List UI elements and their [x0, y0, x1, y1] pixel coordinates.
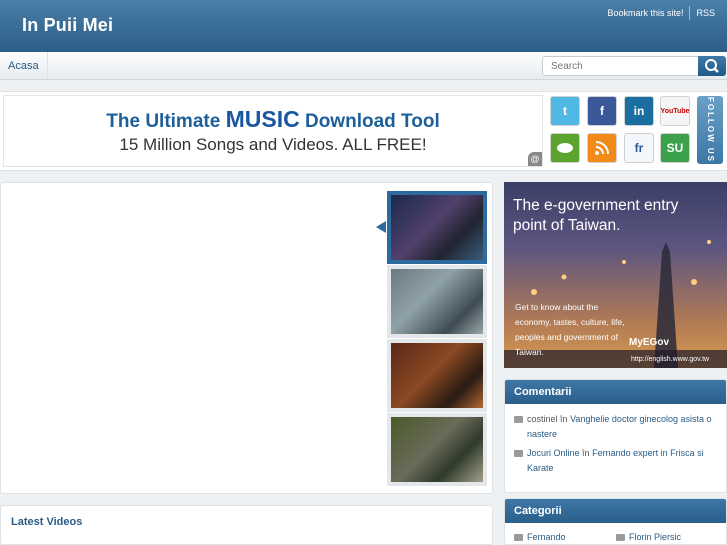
egov-ad-body: Get to know about the economy, tastes, c…	[515, 302, 625, 357]
youtube-icon[interactable]: YouTube	[660, 96, 690, 126]
folder-icon	[514, 534, 523, 541]
folder-icon	[616, 534, 625, 541]
follow-us-tab[interactable]: FOLLOW US	[697, 96, 723, 164]
friendfeed-icon[interactable]: fr	[624, 133, 654, 163]
latest-videos-section: Latest Videos	[0, 505, 493, 545]
comment-item: Jocuri Online în Fernando expert in Fris…	[505, 446, 726, 476]
search-icon	[705, 59, 719, 73]
slider-thumb[interactable]	[387, 265, 487, 338]
comments-widget-title: Comentarii	[505, 380, 726, 404]
twitter-icon[interactable]: t	[550, 96, 580, 126]
bookmark-link[interactable]: Bookmark this site!	[601, 8, 689, 18]
folder-icon	[514, 450, 523, 457]
categories-widget: Categorii Fernando Florin Piersic	[504, 498, 727, 545]
folder-icon	[514, 416, 523, 423]
site-title[interactable]: In Puii Mei	[22, 15, 113, 36]
site-header: In Puii Mei Bookmark this site! RSS	[0, 0, 727, 52]
stumbleupon-icon[interactable]: SU	[660, 133, 690, 163]
slider-thumb[interactable]	[387, 413, 487, 486]
rss-feed-icon[interactable]	[587, 133, 617, 163]
egov-ad-headline: The e-government entry point of Taiwan.	[513, 197, 679, 234]
myegov-logo: MyEGov	[629, 337, 670, 348]
comment-author-link[interactable]: Jocuri Online	[527, 448, 580, 458]
ad-subline: 15 Million Songs and Videos. ALL FREE!	[119, 135, 427, 154]
latest-videos-title: Latest Videos	[11, 516, 83, 528]
category-item[interactable]: Florin Piersic	[616, 532, 681, 542]
slider-thumb[interactable]	[387, 191, 487, 264]
egov-ad-url: http://english.www.gov.tw	[631, 356, 710, 363]
top-links: Bookmark this site! RSS	[601, 6, 721, 20]
facebook-icon[interactable]: f	[587, 96, 617, 126]
ad-headline: The Ultimate MUSIC Download Tool	[106, 106, 440, 132]
ad-info-icon[interactable]: @	[528, 152, 542, 166]
nav-item-acasa[interactable]: Acasa	[0, 52, 48, 79]
slider-pointer	[376, 221, 386, 233]
comments-widget: Comentarii costinel în Vanghelie doctor …	[504, 379, 727, 493]
egov-ad[interactable]: The e-government entry point of Taiwan. …	[504, 182, 727, 368]
music-ad-banner[interactable]: The Ultimate MUSIC Download Tool 15 Mill…	[3, 95, 543, 167]
featured-slider	[0, 182, 493, 494]
banner-area: The Ultimate MUSIC Download Tool 15 Mill…	[0, 91, 727, 171]
googletalk-icon[interactable]	[550, 133, 580, 163]
category-item[interactable]: Fernando	[514, 532, 566, 542]
rss-link[interactable]: RSS	[690, 8, 721, 18]
search-input[interactable]	[542, 56, 699, 76]
categories-widget-title: Categorii	[505, 499, 726, 523]
slider-thumb[interactable]	[387, 339, 487, 412]
comment-item: costinel în Vanghelie doctor ginecolog a…	[505, 412, 726, 442]
search-button[interactable]	[698, 56, 726, 76]
linkedin-icon[interactable]: in	[624, 96, 654, 126]
